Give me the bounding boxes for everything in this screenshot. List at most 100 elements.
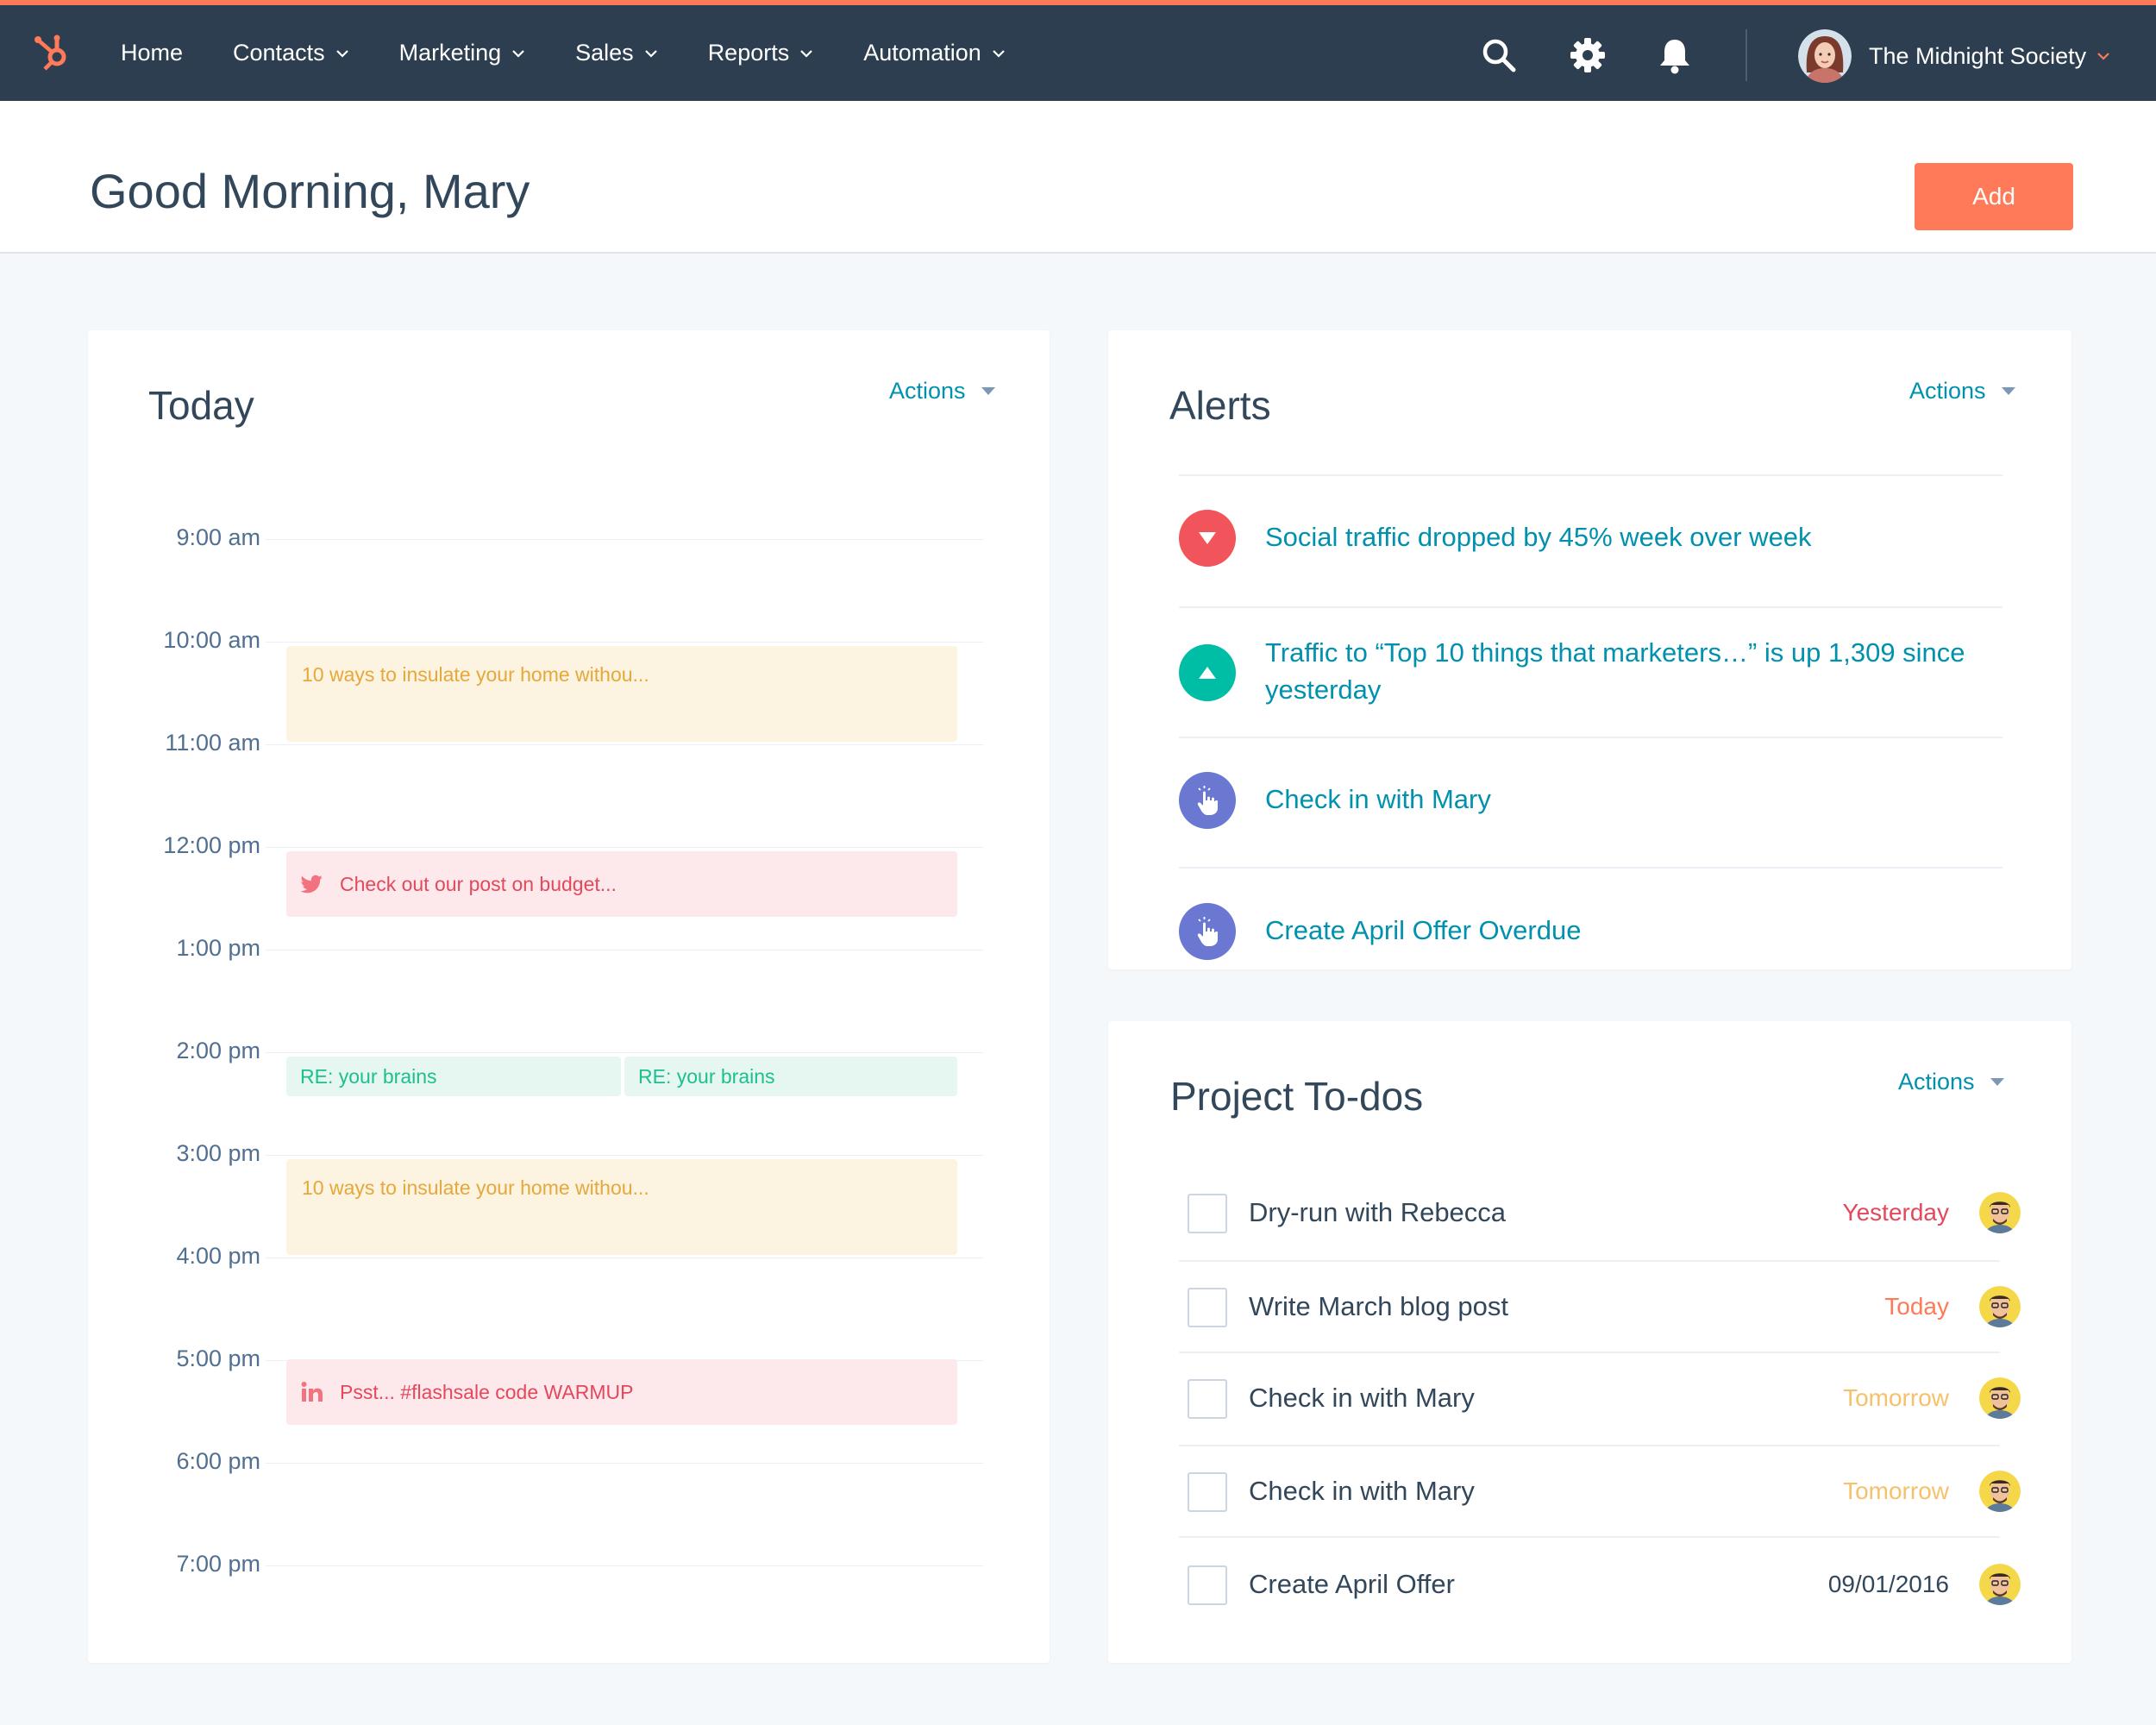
today-card: Today Actions 9:00 am 10:00 am 11:00 am …	[88, 330, 1050, 1663]
caret-down-icon	[2001, 387, 2015, 395]
alert-text[interactable]: Traffic to “Top 10 things that marketers…	[1265, 634, 1998, 708]
nav-item-reports[interactable]: Reports	[708, 40, 814, 66]
time-label: 11:00 am	[165, 730, 260, 756]
event-label: 10 ways to insulate your home withou...	[302, 1176, 649, 1199]
actions-label: Actions	[889, 378, 966, 404]
nav-item-label: Home	[121, 40, 184, 66]
hand-pointer-icon	[1179, 772, 1236, 829]
chevron-down-icon	[335, 49, 348, 58]
assignee-avatar[interactable]	[1979, 1377, 2021, 1419]
assignee-avatar[interactable]	[1979, 1286, 2021, 1327]
nav-item-label: Marketing	[398, 40, 502, 66]
todo-row: Write March blog post Today	[1108, 1260, 2071, 1352]
top-nav: Home Contacts Marketing Sales Reports Au…	[0, 0, 2156, 101]
event-label: Psst... #flashsale code WARMUP	[340, 1380, 634, 1403]
todo-due-date: Yesterday	[1842, 1199, 1950, 1226]
page-title: Good Morning, Mary	[90, 164, 530, 218]
hour-line	[266, 744, 983, 745]
todo-label[interactable]: Create April Offer	[1249, 1569, 1455, 1600]
todo-due-date: 09/01/2016	[1827, 1571, 1949, 1597]
todo-checkbox[interactable]	[1188, 1288, 1227, 1327]
calendar-event[interactable]: 10 ways to insulate your home withou...	[286, 646, 957, 742]
nav-item-home[interactable]: Home	[121, 40, 183, 66]
add-button[interactable]: Add	[1915, 163, 2073, 230]
time-label: 9:00 am	[176, 524, 260, 550]
hour-line	[266, 1052, 983, 1053]
hand-pointer-icon	[1179, 903, 1236, 960]
nav-item-automation[interactable]: Automation	[863, 40, 1006, 66]
todo-checkbox[interactable]	[1188, 1565, 1227, 1605]
hour-line	[266, 1155, 983, 1156]
todo-label[interactable]: Dry-run with Rebecca	[1249, 1197, 1506, 1228]
divider	[1179, 737, 2002, 738]
chevron-down-icon	[512, 49, 524, 58]
arrow-up-icon	[1179, 644, 1236, 701]
todo-due-date: Tomorrow	[1843, 1384, 1949, 1411]
account-menu[interactable]: The Midnight Society	[1798, 29, 2110, 83]
account-name: The Midnight Society	[1869, 42, 2087, 69]
chevron-down-icon	[2097, 53, 2109, 60]
nav-divider	[1745, 29, 1747, 81]
alerts-actions-dropdown[interactable]: Actions	[1909, 378, 2015, 405]
chevron-down-icon	[993, 49, 1005, 58]
twitter-icon	[300, 875, 323, 894]
todo-label[interactable]: Write March blog post	[1249, 1291, 1508, 1322]
divider	[1179, 606, 2002, 608]
alert-text[interactable]: Check in with Mary	[1265, 781, 1998, 818]
todo-label[interactable]: Check in with Mary	[1249, 1476, 1475, 1507]
alerts-card: Alerts Actions Social traffic dropped by…	[1108, 330, 2071, 969]
assignee-avatar[interactable]	[1979, 1192, 2021, 1233]
time-label: 7:00 pm	[176, 1551, 260, 1577]
nav-item-label: Reports	[707, 40, 790, 66]
todo-checkbox[interactable]	[1188, 1472, 1227, 1512]
hubspot-logo-icon[interactable]	[31, 31, 72, 72]
calendar-event[interactable]: Psst... #flashsale code WARMUP	[286, 1359, 957, 1425]
time-label: 2:00 pm	[176, 1038, 260, 1063]
todo-row: Check in with Mary Tomorrow	[1108, 1352, 2071, 1443]
time-label: 12:00 pm	[163, 832, 260, 858]
alert-text[interactable]: Create April Offer Overdue	[1265, 912, 1998, 949]
linkedin-icon	[301, 1382, 323, 1402]
arrow-down-icon	[1179, 510, 1236, 567]
gear-icon[interactable]	[1569, 36, 1607, 74]
calendar-event[interactable]: 10 ways to insulate your home withou...	[286, 1159, 957, 1255]
assignee-avatar[interactable]	[1979, 1564, 2021, 1605]
bell-icon[interactable]	[1656, 36, 1694, 74]
hour-line	[266, 1463, 983, 1464]
page-header: Good Morning, Mary Add	[0, 101, 2156, 254]
calendar-event[interactable]: RE: your brains	[286, 1057, 621, 1096]
todos-actions-dropdown[interactable]: Actions	[1898, 1069, 2004, 1095]
time-label: 4:00 pm	[176, 1243, 260, 1269]
todo-checkbox[interactable]	[1188, 1194, 1227, 1233]
todo-due-date: Today	[1884, 1293, 1949, 1320]
calendar-event[interactable]: Check out our post on budget...	[286, 851, 957, 917]
hour-line	[266, 847, 983, 848]
alert-text[interactable]: Social traffic dropped by 45% week over …	[1265, 518, 1998, 555]
todo-checkbox[interactable]	[1188, 1379, 1227, 1419]
nav-item-sales[interactable]: Sales	[575, 40, 658, 66]
user-avatar	[1798, 29, 1852, 83]
nav-item-marketing[interactable]: Marketing	[399, 40, 526, 66]
search-icon[interactable]	[1480, 36, 1518, 74]
chevron-down-icon	[800, 49, 813, 58]
caret-down-icon	[1990, 1078, 2004, 1086]
time-label: 6:00 pm	[176, 1448, 260, 1474]
hour-line	[266, 1565, 983, 1566]
time-label: 3:00 pm	[176, 1140, 260, 1166]
assignee-avatar[interactable]	[1979, 1471, 2021, 1512]
calendar-event[interactable]: RE: your brains	[624, 1057, 957, 1096]
actions-label: Actions	[1898, 1069, 1975, 1095]
nav-item-contacts[interactable]: Contacts	[233, 40, 349, 66]
today-title: Today	[148, 383, 254, 428]
hour-line	[266, 642, 983, 643]
todo-row: Create April Offer 09/01/2016	[1108, 1536, 2071, 1628]
time-label: 5:00 pm	[176, 1346, 260, 1371]
alerts-title: Alerts	[1169, 383, 1271, 428]
event-label: RE: your brains	[638, 1064, 775, 1088]
event-label: RE: your brains	[300, 1064, 437, 1088]
todo-label[interactable]: Check in with Mary	[1249, 1383, 1475, 1414]
caret-down-icon	[981, 387, 995, 395]
today-actions-dropdown[interactable]: Actions	[889, 378, 995, 405]
hour-line	[266, 539, 983, 540]
event-label: 10 ways to insulate your home withou...	[302, 663, 649, 686]
